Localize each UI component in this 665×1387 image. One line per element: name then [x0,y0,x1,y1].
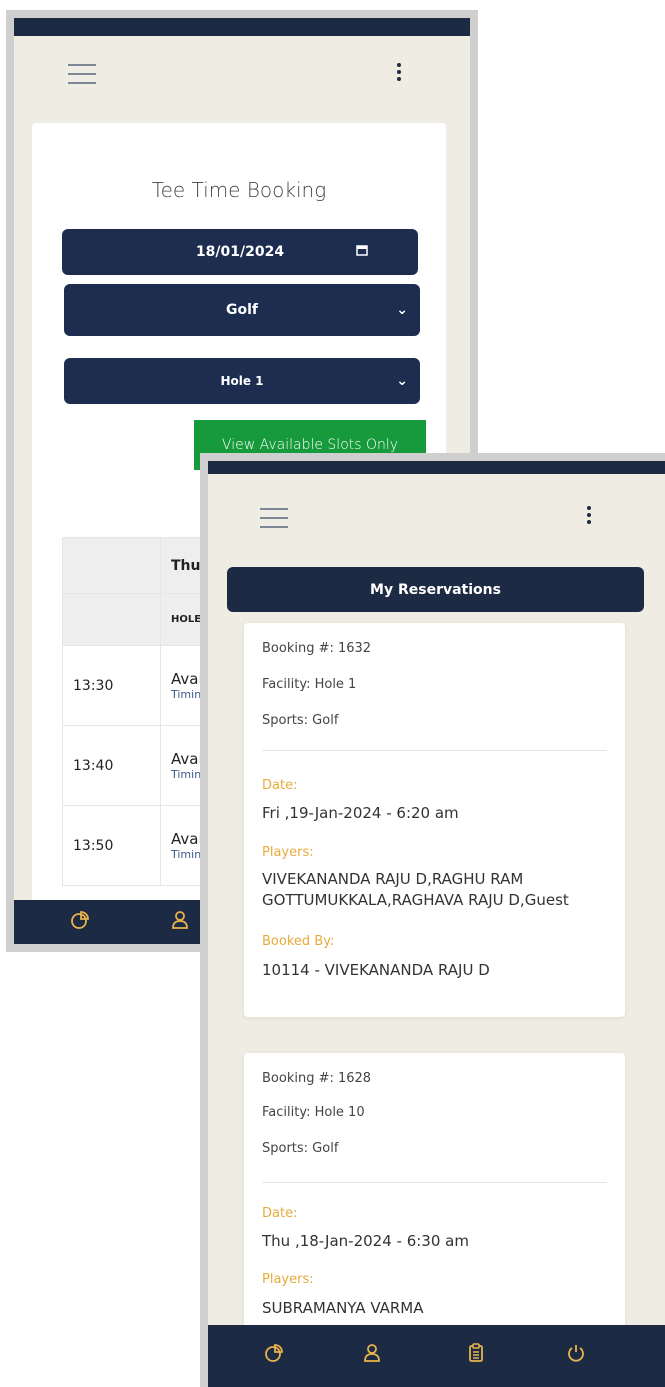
calendar-icon[interactable] [356,244,368,260]
reservations-phone: My Reservations Booking #: 1632 Facility… [200,453,665,1387]
more-vertical-icon[interactable] [397,63,401,84]
date-value: Fri ,19-Jan-2024 - 6:20 am [262,804,459,822]
slot-time: 13:50 [62,805,161,886]
top-bar [14,18,470,36]
players-value: SUBRAMANYA VARMA [262,1299,424,1317]
date-value: 18/01/2024 [195,244,285,260]
date-label: Date: [262,778,298,793]
menu-icon[interactable] [68,64,96,91]
reservation-card[interactable]: Booking #: 1632 Facility: Hole 1 Sports:… [244,623,625,1017]
chevron-down-icon: ⌄ [396,373,408,389]
date-value: Thu ,18-Jan-2024 - 6:30 am [262,1232,469,1250]
booked-by-value: 10114 - VIVEKANANDA RAJU D [262,961,490,979]
divider [262,750,607,751]
chevron-down-icon: ⌄ [396,302,408,318]
sport-select[interactable]: Golf ⌄ [64,284,420,336]
pie-chart-icon[interactable] [264,1343,284,1368]
bottom-nav [208,1325,665,1387]
page-title: Tee Time Booking [151,178,327,202]
clipboard-icon[interactable] [466,1343,486,1368]
my-reservations-header: My Reservations [227,567,644,612]
facility-text: Facility: Hole 1 [262,677,357,692]
booking-number: Booking #: 1632 [262,641,372,656]
top-bar [208,461,665,474]
menu-icon[interactable] [260,508,288,535]
booked-by-label: Booked By: [262,934,335,949]
facility-select[interactable]: Hole 1 ⌄ [64,358,420,404]
more-vertical-icon[interactable] [587,506,591,527]
slot-time: 13:30 [62,645,161,726]
divider [262,1182,607,1183]
sports-text: Sports: Golf [262,1141,339,1156]
facility-selected-value: Hole 1 [220,374,264,388]
power-icon[interactable] [566,1343,586,1368]
table-corner [62,537,161,594]
user-icon[interactable] [170,910,190,935]
slot-time: 13:40 [62,725,161,806]
players-value: VIVEKANANDA RAJU D,RAGHU RAM GOTTUMUKKAL… [262,870,569,909]
date-label: Date: [262,1206,298,1221]
players-label: Players: [262,845,314,860]
reservations-screen: My Reservations Booking #: 1632 Facility… [208,461,665,1387]
sports-text: Sports: Golf [262,713,339,728]
user-icon[interactable] [362,1343,382,1368]
table-time-header [62,593,161,646]
booking-number: Booking #: 1628 [262,1071,372,1086]
facility-text: Facility: Hole 10 [262,1105,365,1120]
pie-chart-icon[interactable] [70,910,90,935]
players-label: Players: [262,1272,314,1287]
date-input[interactable]: 18/01/2024 [62,229,418,275]
sport-selected-value: Golf [226,302,258,318]
